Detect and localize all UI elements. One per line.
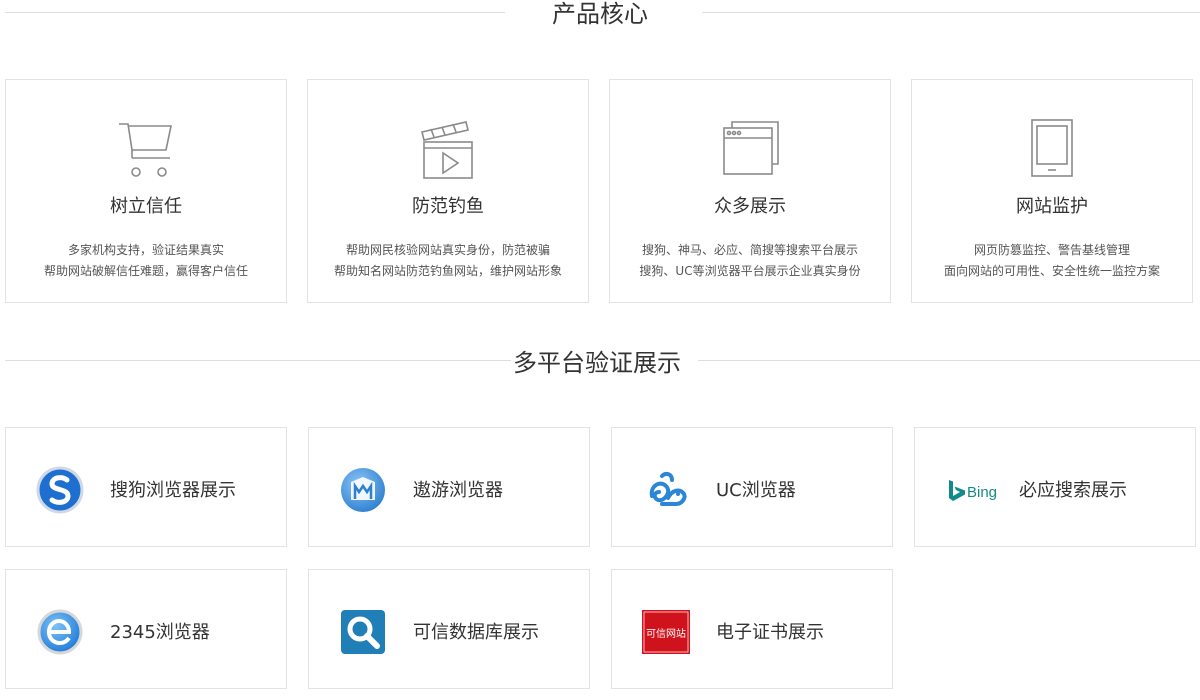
trusted-site-seal-icon: 可信网站 — [642, 608, 690, 656]
desc-line-1: 帮助网民核验网站真实身份，防范被骗 — [345, 243, 550, 257]
bing-logo-icon: Bing — [945, 466, 1005, 514]
divider-left — [5, 12, 505, 13]
desc-line-2: 帮助网站破解信任难题，赢得客户信任 — [43, 264, 248, 278]
divider-right — [698, 360, 1200, 361]
desc-line-2: 搜狗、UC等浏览器平台展示企业真实身份 — [639, 264, 861, 278]
platform-card-maxthon[interactable]: 遨游浏览器 — [308, 427, 590, 547]
clapperboard-play-icon — [308, 118, 588, 182]
platform-card-sogou[interactable]: 搜狗浏览器展示 — [5, 427, 287, 547]
platform-card-2345[interactable]: 2345浏览器 — [5, 569, 287, 689]
uc-squirrel-logo-icon — [642, 466, 690, 514]
card-description: 帮助网民核验网站真实身份，防范被骗 帮助知名网站防范钓鱼网站，维护网站形象 — [308, 240, 588, 282]
platform-label: 电子证书展示 — [716, 622, 824, 643]
core-card-site-monitor: 网站监护 网页防篡监控、警告基线管理 面向网站的可用性、安全性统一监控方案 — [911, 79, 1193, 303]
platform-label: 搜狗浏览器展示 — [110, 480, 236, 501]
svg-text:可信网站: 可信网站 — [646, 627, 686, 640]
platform-card-bing[interactable]: Bing 必应搜索展示 — [914, 427, 1196, 547]
platform-card-e-certificate[interactable]: 可信网站 电子证书展示 — [611, 569, 893, 689]
section-heading: 多平台验证展示 — [513, 349, 681, 377]
card-description: 多家机构支持，验证结果真实 帮助网站破解信任难题，赢得客户信任 — [6, 240, 286, 282]
platform-label: 2345浏览器 — [110, 622, 210, 643]
svg-text:Bing: Bing — [967, 484, 997, 501]
core-card-anti-phishing: 防范钓鱼 帮助网民核验网站真实身份，防范被骗 帮助知名网站防范钓鱼网站，维护网站… — [307, 79, 589, 303]
tablet-monitor-icon — [912, 118, 1192, 182]
desc-line-1: 搜狗、神马、必应、简搜等搜索平台展示 — [641, 243, 858, 257]
desc-line-2: 面向网站的可用性、安全性统一监控方案 — [943, 264, 1160, 278]
card-description: 网页防篡监控、警告基线管理 面向网站的可用性、安全性统一监控方案 — [912, 240, 1192, 282]
shopping-cart-icon — [6, 118, 286, 182]
card-description: 搜狗、神马、必应、简搜等搜索平台展示 搜狗、UC等浏览器平台展示企业真实身份 — [610, 240, 890, 282]
browser-windows-icon — [610, 118, 890, 182]
section-heading: 产品核心 — [552, 0, 648, 28]
sogou-logo-icon — [36, 466, 84, 514]
magnifier-database-icon — [339, 608, 387, 656]
desc-line-2: 帮助知名网站防范钓鱼网站，维护网站形象 — [333, 264, 562, 278]
platform-card-trusted-database[interactable]: 可信数据库展示 — [308, 569, 590, 689]
platform-label: 遨游浏览器 — [413, 480, 503, 501]
desc-line-1: 多家机构支持，验证结果真实 — [67, 243, 224, 257]
core-card-trust: 树立信任 多家机构支持，验证结果真实 帮助网站破解信任难题，赢得客户信任 — [5, 79, 287, 303]
core-card-multi-display: 众多展示 搜狗、神马、必应、简搜等搜索平台展示 搜狗、UC等浏览器平台展示企业真… — [609, 79, 891, 303]
platform-label: 可信数据库展示 — [413, 622, 539, 643]
divider-right — [702, 12, 1200, 13]
platform-label: 必应搜索展示 — [1019, 480, 1127, 501]
maxthon-logo-icon — [339, 466, 387, 514]
card-title: 防范钓鱼 — [412, 196, 484, 217]
divider-left — [5, 360, 511, 361]
platform-card-uc[interactable]: UC浏览器 — [611, 427, 893, 547]
desc-line-1: 网页防篡监控、警告基线管理 — [973, 243, 1130, 257]
2345-browser-logo-icon — [36, 608, 84, 656]
card-title: 网站监护 — [1016, 196, 1088, 217]
card-title: 树立信任 — [110, 196, 182, 217]
platform-label: UC浏览器 — [716, 480, 796, 501]
card-title: 众多展示 — [714, 196, 786, 217]
